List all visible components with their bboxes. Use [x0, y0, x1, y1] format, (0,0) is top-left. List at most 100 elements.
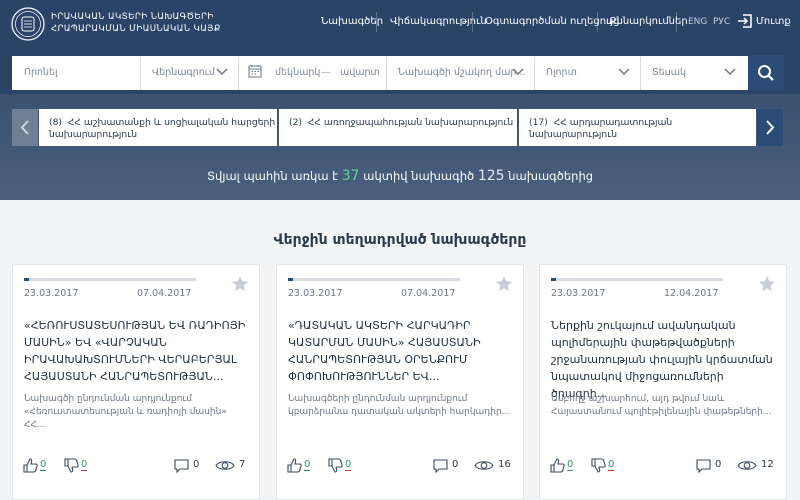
end-date: 12.04.2017 [664, 288, 719, 299]
title-filter-select[interactable]: Վերնագրում [152, 67, 215, 78]
nav-user-guide[interactable]: Օգտագործման ուղեցույց [485, 16, 619, 27]
progress-fill [24, 278, 30, 281]
chevron-down-icon[interactable] [724, 66, 736, 76]
project-description: Ամբողջ աշխարհում, այդ թվում նաև Հայաստան… [551, 394, 772, 417]
login-link[interactable]: Մուտք [756, 16, 791, 27]
ministry-count: (2) [289, 117, 303, 128]
comments-count: 0 [715, 459, 722, 470]
project-title[interactable]: «ՀԵՌՈՒՍՏԱՏԵՍՈՒԹՅԱՆ ԵՎ ՌԱԴԻՈՅԻ ՄԱՍԻՆ» ԵՎ … [24, 317, 250, 385]
ministry-card[interactable]: (17) ՀՀ արդարադատության նախարարություն [519, 109, 756, 146]
progress-bar [24, 278, 196, 281]
views-count: 16 [498, 459, 511, 470]
views-count: 12 [761, 459, 774, 470]
nav-divider [376, 12, 377, 32]
comment-icon[interactable] [695, 457, 712, 474]
eye-icon [215, 461, 235, 470]
comment-icon[interactable] [173, 457, 190, 474]
thumbs-down-icon[interactable] [590, 457, 607, 474]
project-card[interactable]: 23.03.2017 07.04.2017 «ՀԵՌՈՒՍՏԱՏԵՍՈՒԹՅԱՆ… [12, 264, 260, 500]
thumbs-up-icon[interactable] [22, 457, 39, 474]
field-select[interactable]: Ոլորտ [546, 67, 577, 78]
dislikes-count: 0 [345, 459, 352, 471]
start-date: 23.03.2017 [551, 288, 606, 299]
star-icon[interactable] [495, 275, 513, 293]
date-from-input[interactable]: մեկնարկ [275, 67, 320, 78]
ministry-count: (8) [49, 117, 63, 128]
star-icon[interactable] [758, 275, 776, 293]
dislikes-count: 0 [81, 459, 88, 471]
eye-icon [474, 461, 494, 470]
star-icon[interactable] [231, 275, 249, 293]
login-icon[interactable] [737, 13, 753, 29]
field-divider [386, 57, 387, 90]
comments-count: 0 [452, 459, 459, 470]
progress-bar [551, 278, 723, 281]
project-description: Նախագծերի ընդունման արդյունքում կբարձրան… [288, 394, 511, 417]
ministry-name: ՀՀ աշխատանքի և սոցիալական հարցերի նախարա… [49, 117, 276, 140]
calendar-icon[interactable] [248, 64, 262, 78]
brand-line-2: ՀՐԱՊԱՐԱԿՄԱՆ ՄԻԱՍՆԱԿԱՆ ԿԱՅՔ [51, 24, 221, 34]
section-title: Վերջին տեղադրված նախագծերը [273, 232, 527, 248]
brand-line-1: ԻՐԱՎԱԿԱՆ ԱԿՏԵՐԻ ՆԱԽԱԳԾԵՐԻ [51, 12, 214, 22]
search-button[interactable] [748, 55, 784, 90]
dislikes-count: 0 [608, 459, 615, 471]
chevron-down-icon[interactable] [216, 66, 228, 76]
project-title[interactable]: «ԴԱՏԱԿԱՆ ԱԿՏԵՐԻ ՀԱՐԿԱԴԻՐ ԿԱՏԱՐՄԱՆ ՄԱՍԻՆ»… [288, 317, 514, 385]
eye-icon [737, 461, 757, 470]
lang-russian[interactable]: РУС [713, 17, 730, 27]
developer-select[interactable]: Նախագծի մշակող մար... [398, 67, 525, 78]
views-count: 7 [239, 459, 246, 470]
stats-middle: ակտիվ նախագիծ [363, 169, 475, 183]
chevron-left-icon [20, 120, 29, 135]
date-to-input[interactable]: ավարտ [340, 67, 380, 78]
ministry-name: ՀՀ առողջապահության նախարարություն [307, 117, 514, 128]
end-date: 07.04.2017 [401, 288, 456, 299]
carousel-next-button[interactable] [757, 109, 783, 146]
search-input[interactable]: Որոնել [24, 67, 58, 78]
active-count: 37 [341, 168, 360, 184]
ministry-card[interactable]: (8) ՀՀ աշխատանքի և սոցիալական հարցերի նա… [39, 109, 277, 146]
nav-divider [597, 12, 598, 32]
thumbs-down-icon[interactable] [327, 457, 344, 474]
progress-bar [288, 278, 460, 281]
site-brand[interactable]: ԻՐԱՎԱԿԱՆ ԱԿՏԵՐԻ ՆԱԽԱԳԾԵՐԻ ՀՐԱՊԱՐԱԿՄԱՆ ՄԻ… [51, 11, 221, 35]
chevron-right-icon [766, 120, 775, 135]
nav-divider [472, 12, 473, 32]
comment-icon[interactable] [432, 457, 449, 474]
project-title[interactable]: Ներքին շուկայում ավանդական պոլիմերային փ… [551, 317, 777, 402]
progress-fill [551, 278, 557, 281]
likes-count: 0 [567, 459, 574, 471]
thumbs-up-icon[interactable] [286, 457, 303, 474]
search-icon [758, 65, 774, 81]
project-stats: Տվյալ պահին առկա է 37 ակտիվ նախագիծ 125 … [0, 168, 800, 184]
comments-count: 0 [193, 459, 200, 470]
coat-of-arms-logo[interactable] [11, 7, 45, 41]
start-date: 23.03.2017 [288, 288, 343, 299]
field-divider [140, 57, 141, 90]
field-divider [238, 57, 239, 90]
thumbs-up-icon[interactable] [549, 457, 566, 474]
ministry-count: (17) [529, 117, 548, 128]
progress-fill [288, 278, 294, 281]
end-date: 07.04.2017 [137, 288, 192, 299]
chevron-down-icon[interactable] [618, 66, 630, 76]
carousel-prev-button[interactable] [12, 109, 38, 146]
lang-english[interactable]: ENG [688, 17, 707, 27]
ministry-card[interactable]: (2) ՀՀ առողջապահության նախարարություն [279, 109, 517, 146]
nav-projects[interactable]: Նախագծեր [321, 16, 383, 27]
nav-divider [676, 12, 677, 32]
start-date: 23.03.2017 [24, 288, 79, 299]
ministry-name: ՀՀ արդարադատության նախարարություն [529, 117, 673, 140]
project-card[interactable]: 23.03.2017 07.04.2017 «ԴԱՏԱԿԱՆ ԱԿՏԵՐԻ ՀԱ… [276, 264, 524, 500]
project-card[interactable]: 23.03.2017 12.04.2017 Ներքին շուկայում ա… [539, 264, 787, 500]
stats-prefix: Տվյալ պահին առկա է [206, 169, 339, 183]
thumbs-down-icon[interactable] [63, 457, 80, 474]
project-description: Նախագծի ընդունման արդյունքում «Հեռուստատ… [24, 394, 227, 430]
chevron-down-icon[interactable] [512, 66, 524, 76]
field-divider [640, 57, 641, 90]
likes-count: 0 [304, 459, 311, 471]
type-select[interactable]: Տեսակ [652, 67, 686, 78]
date-range-dash: — [321, 67, 331, 78]
likes-count: 0 [40, 459, 47, 471]
total-count: 125 [477, 168, 505, 184]
